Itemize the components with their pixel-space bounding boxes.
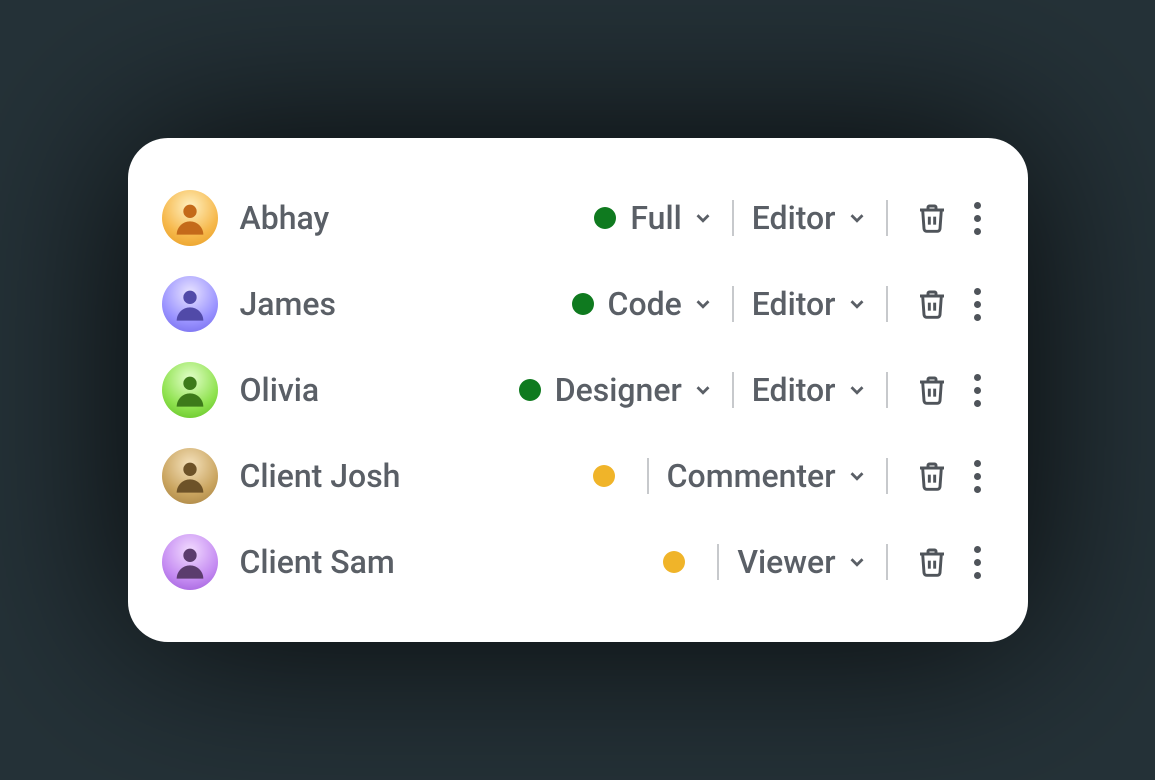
status-dot [519, 379, 541, 401]
avatar [162, 276, 218, 332]
members-card: Abhay Full Editor [128, 138, 1028, 642]
delete-button[interactable] [910, 540, 954, 584]
delete-button[interactable] [910, 454, 954, 498]
delete-button[interactable] [910, 196, 954, 240]
chevron-down-icon [846, 293, 868, 315]
status-dot [663, 551, 685, 573]
member-row: James Code Editor [162, 270, 994, 338]
chevron-down-icon [846, 207, 868, 229]
more-menu-button[interactable] [962, 196, 994, 240]
permission-label: Editor [752, 199, 836, 237]
more-menu-button[interactable] [962, 454, 994, 498]
avatar [162, 190, 218, 246]
status-dot [594, 207, 616, 229]
role-select[interactable]: Designer [555, 371, 714, 409]
permission-select[interactable]: Commenter [667, 457, 868, 495]
member-row: Abhay Full Editor [162, 184, 994, 252]
member-name: Abhay [240, 199, 330, 237]
permission-label: Editor [752, 371, 836, 409]
role-label: Code [608, 285, 682, 323]
divider [717, 544, 719, 580]
role-label: Full [630, 199, 681, 237]
status-dot [572, 293, 594, 315]
role-label: Designer [555, 371, 682, 409]
divider [886, 372, 888, 408]
delete-button[interactable] [910, 368, 954, 412]
role-select[interactable]: Code [608, 285, 714, 323]
permission-select[interactable]: Editor [752, 285, 868, 323]
member-row: Client Sam Viewer [162, 528, 994, 596]
member-row: Olivia Designer Editor [162, 356, 994, 424]
more-menu-button[interactable] [962, 540, 994, 584]
avatar [162, 534, 218, 590]
status-dot [593, 465, 615, 487]
chevron-down-icon [846, 379, 868, 401]
permission-select[interactable]: Editor [752, 371, 868, 409]
divider [886, 286, 888, 322]
chevron-down-icon [846, 465, 868, 487]
divider [886, 458, 888, 494]
divider [886, 544, 888, 580]
permission-label: Viewer [737, 543, 835, 581]
delete-button[interactable] [910, 282, 954, 326]
permission-label: Commenter [667, 457, 836, 495]
divider [732, 286, 734, 322]
member-row: Client Josh Commenter [162, 442, 994, 510]
chevron-down-icon [692, 379, 714, 401]
divider [886, 200, 888, 236]
member-name: Client Sam [240, 543, 395, 581]
more-menu-button[interactable] [962, 368, 994, 412]
avatar [162, 448, 218, 504]
chevron-down-icon [692, 293, 714, 315]
more-menu-button[interactable] [962, 282, 994, 326]
chevron-down-icon [692, 207, 714, 229]
permission-select[interactable]: Editor [752, 199, 868, 237]
divider [732, 372, 734, 408]
member-name: Olivia [240, 371, 320, 409]
member-name: Client Josh [240, 457, 401, 495]
chevron-down-icon [846, 551, 868, 573]
divider [732, 200, 734, 236]
divider [647, 458, 649, 494]
role-select[interactable]: Full [630, 199, 713, 237]
member-name: James [240, 285, 337, 323]
permission-label: Editor [752, 285, 836, 323]
avatar [162, 362, 218, 418]
permission-select[interactable]: Viewer [737, 543, 867, 581]
